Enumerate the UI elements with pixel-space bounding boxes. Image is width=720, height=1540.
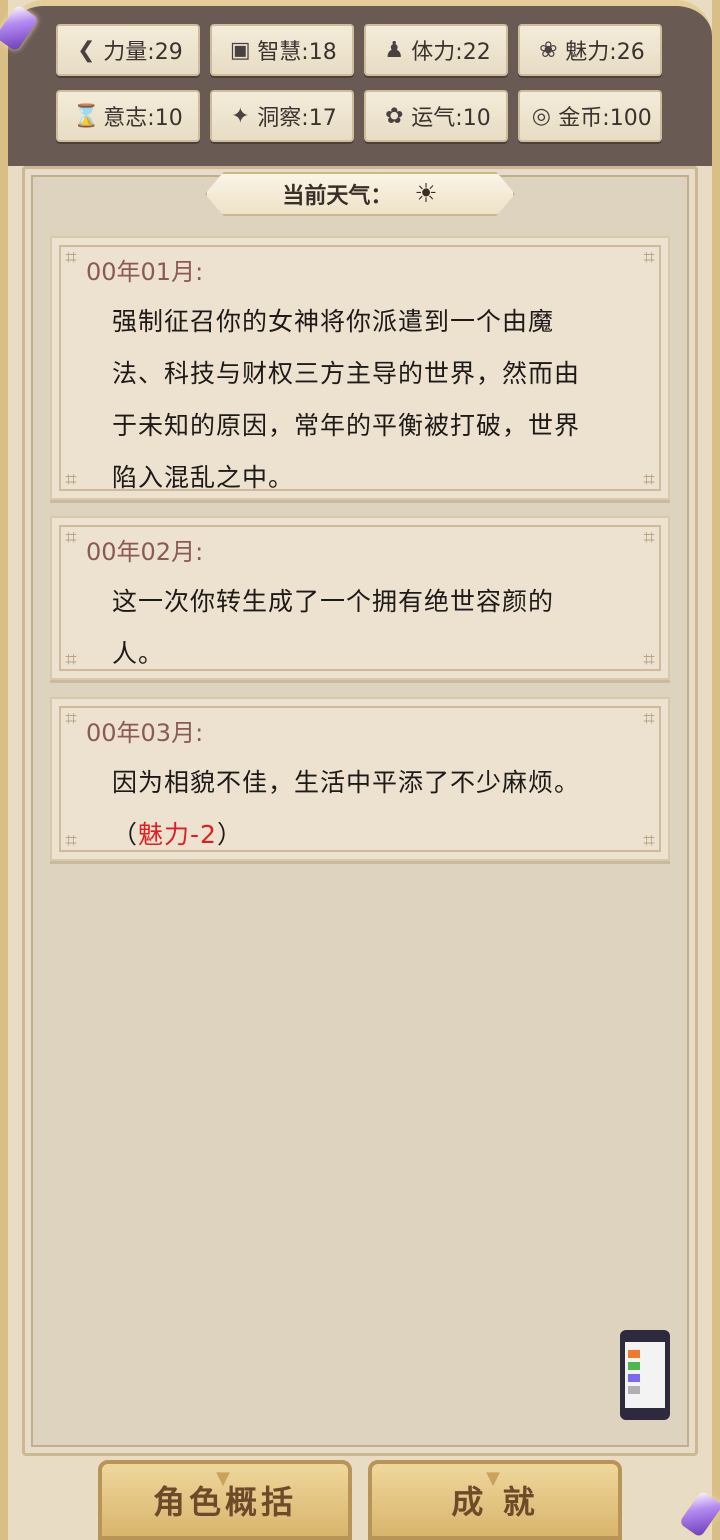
stat-label: 运气:10: [411, 106, 491, 131]
phone-icon[interactable]: [620, 1330, 670, 1420]
coin-icon: ◎: [531, 103, 551, 129]
stat-coins: ◎ 金币:100: [518, 90, 662, 142]
event-text: 这一次你转生成了一个拥有绝世容颜的人。: [112, 587, 555, 668]
stat-label: 智慧:18: [257, 40, 337, 65]
corner-ornament-icon: ⌗: [643, 828, 655, 852]
event-text: 强制征召你的女神将你派遣到一个由魔法、科技与财权三方主导的世界，然而由于未知的原…: [112, 307, 581, 492]
stamina-icon: ♟: [384, 37, 405, 63]
luck-icon: ✿: [385, 103, 404, 129]
corner-ornament-icon: ⌗: [643, 647, 655, 671]
corner-ornament-icon: ⌗: [65, 647, 77, 671]
corner-ornament-icon: ⌗: [643, 245, 655, 269]
stat-label: 体力:22: [411, 40, 491, 65]
event-entry: ⌗ ⌗ ⌗ ⌗ 00年01月: 强制征召你的女神将你派遣到一个由魔法、科技与财权…: [50, 236, 670, 500]
stat-change-highlight: 魅力-2: [138, 820, 217, 849]
weather-label: 当前天气：: [282, 184, 393, 209]
event-date: 00年03月:: [86, 719, 204, 747]
sun-icon: ☀: [414, 179, 438, 209]
stat-label: 意志:10: [103, 106, 183, 131]
stat-strength: ❮ 力量:29: [56, 24, 200, 76]
chevron-down-icon: ▼: [216, 1468, 234, 1489]
corner-ornament-icon: ⌗: [643, 706, 655, 730]
character-summary-button[interactable]: ▼ 角色概括: [98, 1460, 352, 1540]
event-entry: ⌗ ⌗ ⌗ ⌗ 00年03月: 因为相貌不佳，生活中平添了不少麻烦。（魅力-2）: [50, 697, 670, 861]
corner-ornament-icon: ⌗: [65, 706, 77, 730]
event-entry: ⌗ ⌗ ⌗ ⌗ 00年02月: 这一次你转生成了一个拥有绝世容颜的人。: [50, 516, 670, 680]
stat-label: 洞察:17: [257, 106, 337, 131]
wisdom-icon: ▣: [229, 37, 251, 63]
stat-insight: ✦ 洞察:17: [210, 90, 354, 142]
corner-ornament-icon: ⌗: [65, 828, 77, 852]
stat-luck: ✿ 运气:10: [364, 90, 508, 142]
corner-ornament-icon: ⌗: [65, 467, 77, 491]
chevron-down-icon: ▼: [486, 1468, 504, 1489]
strength-icon: ❮: [77, 37, 96, 63]
stat-label: 金币:100: [558, 106, 652, 131]
stat-label: 魅力:26: [565, 40, 645, 65]
event-date: 00年01月:: [86, 258, 204, 286]
charm-icon: ❀: [539, 37, 558, 63]
stat-charm: ❀ 魅力:26: [518, 24, 662, 76]
weather-banner: 当前天气： ☀: [205, 172, 515, 216]
insight-icon: ✦: [231, 103, 250, 129]
corner-ornament-icon: ⌗: [65, 525, 77, 549]
event-text-tail: ）: [216, 820, 243, 849]
corner-ornament-icon: ⌗: [643, 525, 655, 549]
corner-ornament-icon: ⌗: [65, 245, 77, 269]
stat-wisdom: ▣ 智慧:18: [210, 24, 354, 76]
stat-stamina: ♟ 体力:22: [364, 24, 508, 76]
stat-will: ⌛ 意志:10: [56, 90, 200, 142]
event-text: 因为相貌不佳，生活中平添了不少麻烦。（魅力-2）: [112, 757, 598, 861]
achievement-button[interactable]: ▼ 成 就: [368, 1460, 622, 1540]
will-icon: ⌛: [72, 103, 100, 129]
stat-label: 力量:29: [103, 40, 183, 65]
event-date: 00年02月:: [86, 538, 204, 566]
corner-ornament-icon: ⌗: [643, 467, 655, 491]
